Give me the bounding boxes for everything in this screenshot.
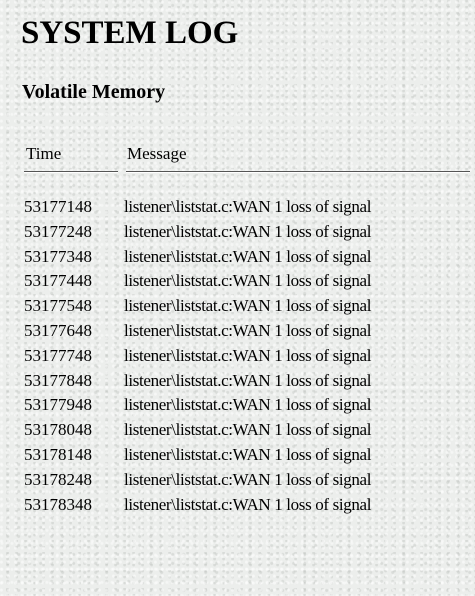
log-row: 53177648 listener\liststat.c:WAN 1 loss …: [24, 319, 473, 344]
log-message: listener\liststat.c:WAN 1 loss of signal: [124, 444, 372, 464]
system-log-page: SYSTEM LOG Volatile Memory Time Message …: [0, 0, 475, 596]
log-time: 53177348: [24, 246, 92, 266]
log-time: 53177148: [24, 197, 92, 216]
log-row: 53178048 listener\liststat.c:WAN 1 loss …: [24, 418, 473, 443]
log-message: listener\liststat.c:WAN 1 loss of signal: [124, 345, 372, 365]
log-row: 53177148 listener\liststat.c:WAN 1 loss …: [24, 195, 473, 220]
log-message: listener\liststat.c:WAN 1 loss of signal: [124, 395, 372, 415]
section-title-volatile-memory: Volatile Memory: [22, 81, 166, 103]
log-time: 53177648: [24, 320, 92, 340]
log-message: listener\liststat.c:WAN 1 loss of signal: [124, 494, 372, 514]
column-header-time: Time: [26, 144, 62, 163]
log-row: 53177548 listener\liststat.c:WAN 1 loss …: [24, 294, 473, 319]
log-row: 53177748 listener\liststat.c:WAN 1 loss …: [24, 344, 473, 369]
log-time: 53177548: [24, 296, 92, 316]
log-table-header: Time Message: [24, 140, 473, 174]
log-time: 53178348: [24, 494, 92, 514]
log-message: listener\liststat.c:WAN 1 loss of signal: [124, 197, 372, 216]
log-message: listener\liststat.c:WAN 1 loss of signal: [124, 320, 372, 340]
page-title: SYSTEM LOG: [21, 15, 239, 51]
log-message: listener\liststat.c:WAN 1 loss of signal: [124, 370, 372, 390]
log-time: 53177448: [24, 271, 92, 291]
log-row: 53177248 listener\liststat.c:WAN 1 loss …: [24, 220, 473, 245]
message-header-divider: [126, 171, 470, 173]
log-row: 53178348 listener\liststat.c:WAN 1 loss …: [24, 493, 473, 518]
log-time: 53178048: [24, 420, 92, 440]
log-time: 53178248: [24, 469, 92, 489]
log-time: 53177848: [24, 370, 92, 390]
log-time: 53177748: [24, 345, 92, 365]
log-message: listener\liststat.c:WAN 1 loss of signal: [124, 246, 372, 266]
time-header-divider: [24, 171, 118, 173]
log-row: 53177948 listener\liststat.c:WAN 1 loss …: [24, 393, 473, 418]
log-time: 53178148: [24, 444, 92, 464]
log-time: 53177248: [24, 221, 92, 241]
log-time: 53177948: [24, 395, 92, 415]
log-row: 53177848 listener\liststat.c:WAN 1 loss …: [24, 369, 473, 394]
log-message: listener\liststat.c:WAN 1 loss of signal: [124, 221, 372, 241]
log-message: listener\liststat.c:WAN 1 loss of signal: [124, 271, 372, 291]
column-header-message: Message: [127, 144, 187, 163]
log-table: Time Message 53177148 listener\liststat.…: [24, 140, 473, 514]
log-row: 53178248 listener\liststat.c:WAN 1 loss …: [24, 468, 473, 493]
log-rows: 53177148 listener\liststat.c:WAN 1 loss …: [24, 195, 473, 517]
log-message: listener\liststat.c:WAN 1 loss of signal: [124, 296, 372, 316]
log-row: 53177448 listener\liststat.c:WAN 1 loss …: [24, 269, 473, 294]
log-row: 53178148 listener\liststat.c:WAN 1 loss …: [24, 443, 473, 468]
log-row: 53177348 listener\liststat.c:WAN 1 loss …: [24, 245, 473, 270]
log-message: listener\liststat.c:WAN 1 loss of signal: [124, 469, 372, 489]
log-message: listener\liststat.c:WAN 1 loss of signal: [124, 420, 372, 440]
